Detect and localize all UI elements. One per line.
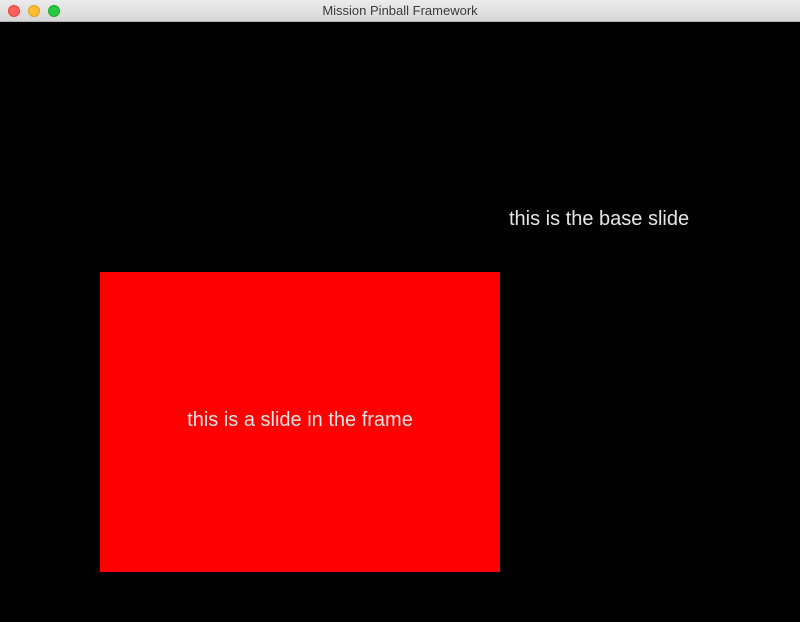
app-window: Mission Pinball Framework this is the ba… <box>0 0 800 622</box>
base-slide-text: this is the base slide <box>509 208 690 230</box>
slide-frame: this is a slide in the frame <box>100 272 500 572</box>
window-title: Mission Pinball Framework <box>322 3 478 18</box>
frame-slide-text: this is a slide in the frame <box>187 409 413 431</box>
title-bar[interactable]: Mission Pinball Framework <box>0 0 800 22</box>
base-slide: this is the base slide this is a slide i… <box>0 22 800 622</box>
